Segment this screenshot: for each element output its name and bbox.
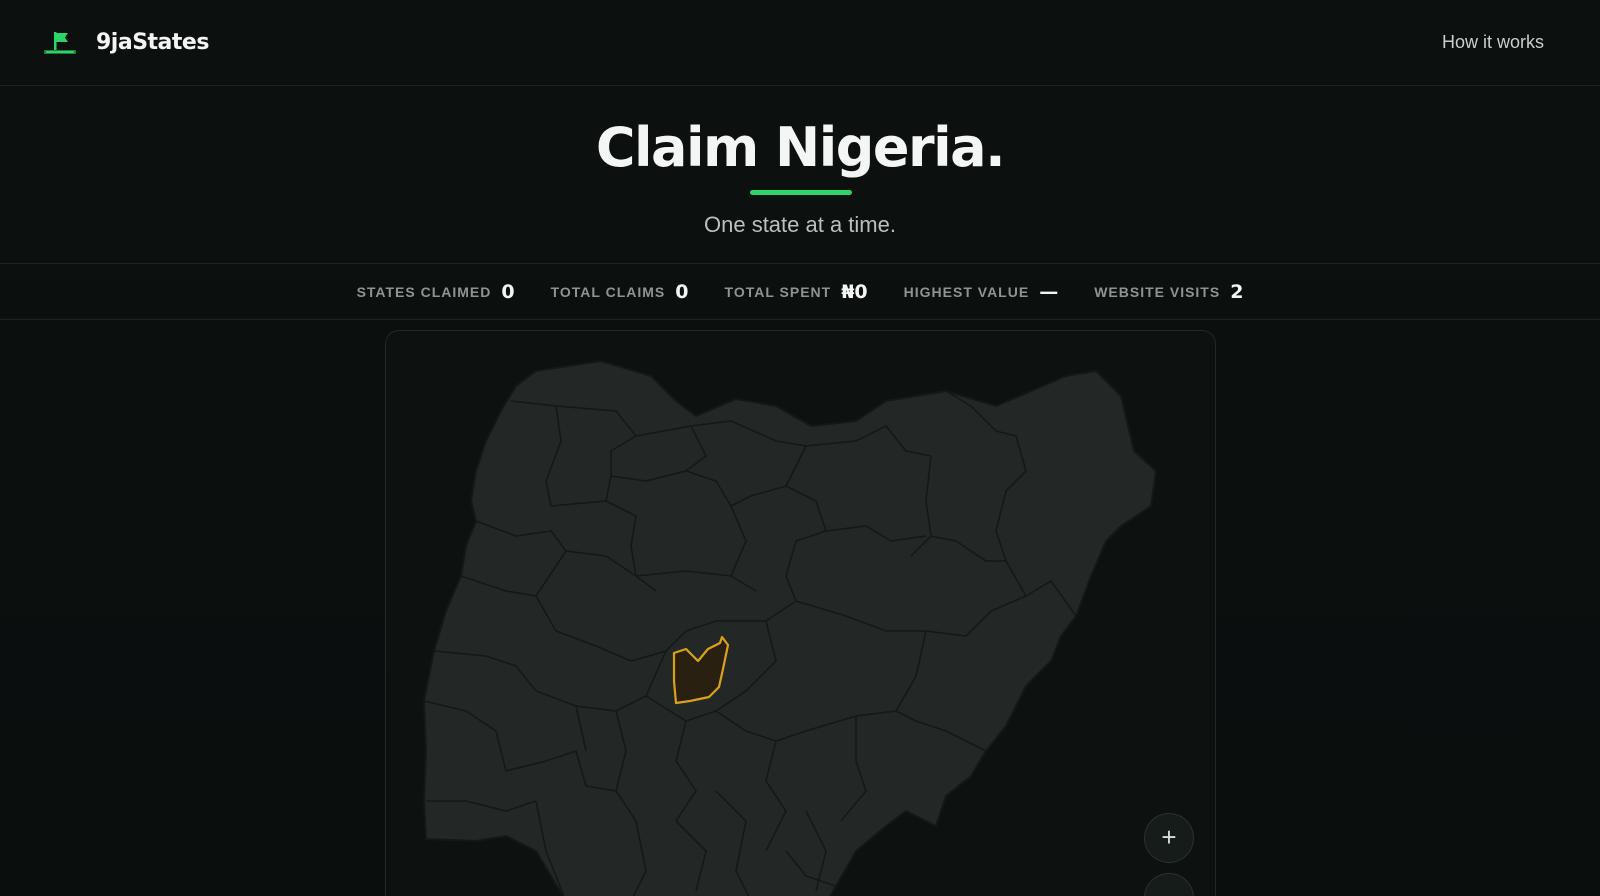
stat-label: STATES CLAIMED bbox=[356, 283, 492, 300]
hero-section: Claim Nigeria. One state at a time. bbox=[0, 86, 1600, 264]
stat-label: WEBSITE VISITS bbox=[1094, 283, 1221, 300]
stat-label: HIGHEST VALUE bbox=[903, 283, 1030, 300]
stat-value: — bbox=[1039, 280, 1059, 303]
stat-value: 0 bbox=[675, 280, 689, 303]
nigeria-country-shape bbox=[422, 359, 1158, 896]
flag-icon bbox=[42, 29, 78, 57]
stats-bar: STATES CLAIMED 0 TOTAL CLAIMS 0 TOTAL SP… bbox=[0, 264, 1600, 320]
stat-states-claimed: STATES CLAIMED 0 bbox=[357, 281, 515, 303]
brand-logo-link[interactable]: 9jaStates bbox=[42, 29, 209, 57]
nigeria-map[interactable] bbox=[386, 331, 1216, 896]
brand-name: 9jaStates bbox=[96, 30, 209, 55]
top-navbar: 9jaStates How it works bbox=[0, 0, 1600, 86]
page-subtitle: One state at a time. bbox=[704, 212, 896, 237]
stat-value: ₦0 bbox=[841, 280, 868, 303]
how-it-works-link[interactable]: How it works bbox=[1442, 32, 1544, 53]
stat-total-claims: TOTAL CLAIMS 0 bbox=[551, 281, 689, 303]
stat-highest-value: HIGHEST VALUE — bbox=[904, 281, 1059, 303]
page: 9jaStates How it works Claim Nigeria. On… bbox=[0, 0, 1600, 896]
stat-value: 2 bbox=[1230, 280, 1244, 303]
zoom-in-button[interactable]: + bbox=[1144, 813, 1194, 863]
stat-label: TOTAL SPENT bbox=[724, 283, 832, 300]
stat-value: 0 bbox=[501, 280, 515, 303]
stat-label: TOTAL CLAIMS bbox=[550, 283, 666, 300]
page-title: Claim Nigeria. bbox=[595, 116, 1006, 179]
stat-website-visits: WEBSITE VISITS 2 bbox=[1094, 281, 1243, 303]
stat-total-spent: TOTAL SPENT ₦0 bbox=[725, 281, 868, 303]
title-underline bbox=[750, 190, 852, 195]
nigeria-map-card: + − bbox=[385, 330, 1216, 896]
